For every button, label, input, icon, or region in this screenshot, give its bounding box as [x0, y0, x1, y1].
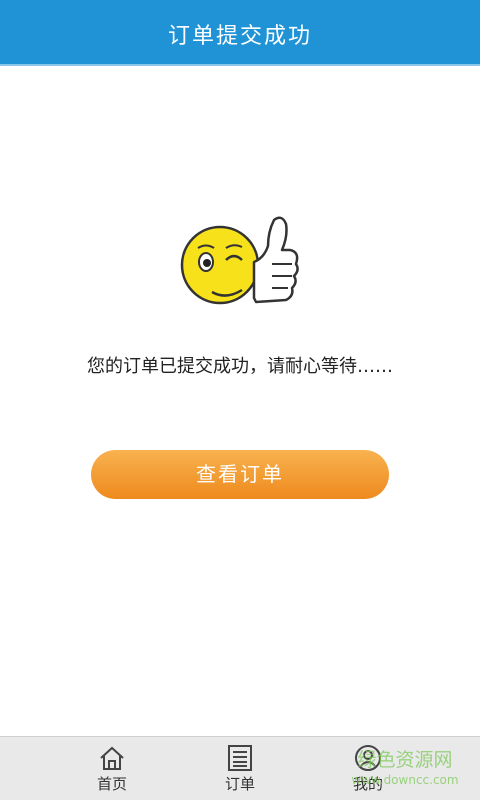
thumbs-up-smiley-icon — [180, 216, 299, 305]
tab-home-label: 首页 — [96, 775, 127, 793]
success-message: 您的订单已提交成功，请耐心等待…… — [87, 356, 393, 377]
tab-home[interactable]: 首页 — [62, 737, 162, 801]
tab-orders[interactable]: 订单 — [190, 737, 290, 801]
watermark-text: 绿色资源网 — [357, 749, 452, 771]
view-order-button[interactable]: 查看订单 — [91, 450, 389, 499]
home-icon — [100, 746, 124, 770]
watermark-logo: 绿色资源网 www.downcc.com — [351, 749, 458, 787]
page-title: 订单提交成功 — [167, 24, 312, 49]
bottom-tab-bar: 首页 订单 我的 绿色资源网 www.downcc.com — [0, 736, 480, 800]
watermark-url: www.downcc.com — [351, 773, 458, 787]
order-list-icon — [228, 745, 252, 771]
app-header: 订单提交成功 — [0, 0, 480, 66]
tab-orders-label: 订单 — [224, 775, 255, 793]
